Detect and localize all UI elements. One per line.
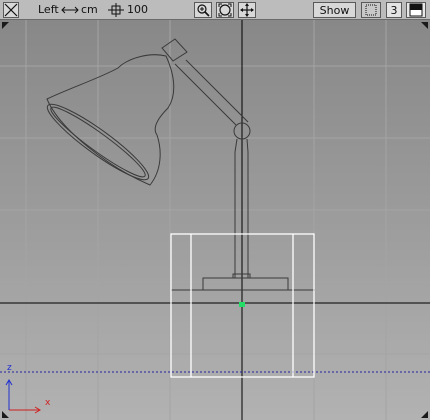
close-view-icon [4, 3, 18, 17]
grid-size-value[interactable]: 100 [127, 3, 148, 17]
pan-button[interactable] [238, 2, 256, 18]
resize-corner-top-right-icon[interactable] [419, 22, 428, 31]
viewport-canvas[interactable] [0, 20, 430, 420]
resize-corner-bottom-right-icon[interactable] [419, 409, 428, 418]
width-arrows-icon [61, 3, 79, 17]
maximize-button[interactable] [406, 2, 426, 18]
resize-corner-bottom-left-icon[interactable] [2, 409, 11, 418]
axis-z-label: z [7, 363, 12, 373]
zoom-icon [197, 4, 210, 17]
view-name-label[interactable]: Left [38, 3, 59, 17]
pan-icon [240, 3, 254, 17]
layer-count-field[interactable]: 3 [386, 2, 402, 18]
grid-size-icon [107, 3, 125, 17]
grid [0, 20, 430, 420]
frame-button[interactable] [216, 2, 234, 18]
show-button[interactable]: Show [313, 2, 356, 18]
close-view-button[interactable] [3, 2, 19, 18]
maximize-icon [409, 3, 423, 17]
zoom-button[interactable] [194, 2, 212, 18]
left-viewport[interactable]: x z [0, 20, 430, 420]
layer-count-value: 3 [390, 3, 398, 17]
resize-corner-top-left-icon[interactable] [2, 22, 11, 31]
pivot-point[interactable] [239, 302, 245, 307]
frame-icon [218, 3, 232, 17]
axis-x-label: x [45, 398, 51, 408]
viewport-toolbar: Left cm 100 Show 3 [0, 0, 430, 20]
axis-tripod [5, 379, 41, 414]
show-button-label: Show [319, 3, 350, 17]
layout-icon [365, 4, 377, 16]
layout-button[interactable] [361, 2, 381, 18]
unit-label[interactable]: cm [81, 3, 98, 17]
desk-lamp-model[interactable] [41, 38, 315, 291]
